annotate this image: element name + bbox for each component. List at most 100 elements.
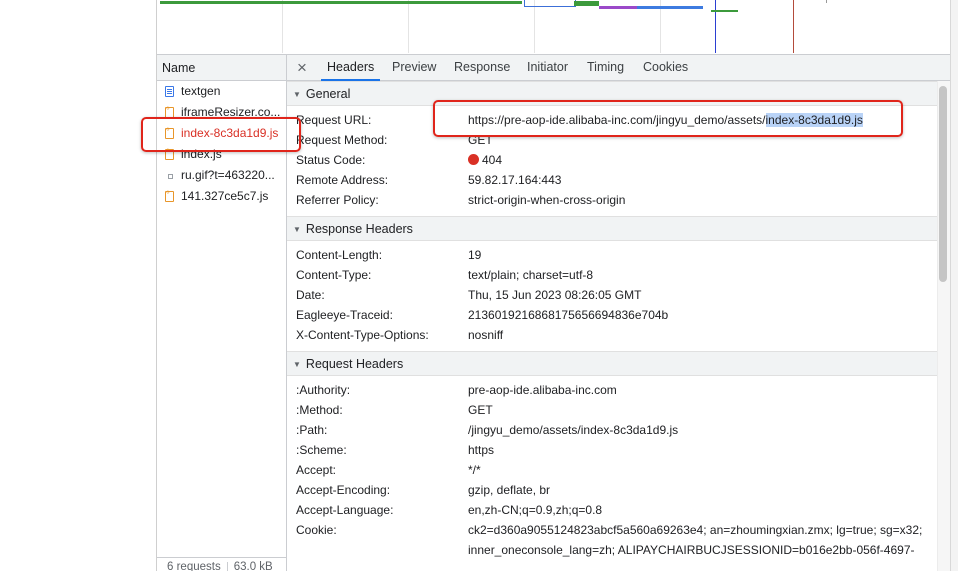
waterfall-gridline	[826, 0, 827, 3]
header-row: :Method: GET	[287, 400, 937, 420]
waterfall-overview[interactable]	[156, 0, 950, 53]
status-error-icon	[468, 154, 479, 165]
waterfall-selection	[524, 0, 576, 7]
header-key: Cookie:	[296, 523, 337, 537]
request-method-row: Request Method: GET	[287, 130, 937, 150]
header-value: 404	[468, 150, 502, 170]
request-url-prefix: https://pre-aop-ide.alibaba-inc.com/jing…	[468, 113, 766, 127]
header-row: Accept-Language: en,zh-CN;q=0.9,zh;q=0.8	[287, 500, 937, 520]
collapse-triangle-icon: ▼	[293, 90, 301, 99]
header-row: Date: Thu, 15 Jun 2023 08:26:05 GMT	[287, 285, 937, 305]
header-value: GET	[468, 403, 493, 417]
footer-separator	[226, 561, 228, 571]
waterfall-bar	[574, 1, 599, 6]
header-key: X-Content-Type-Options:	[296, 328, 429, 342]
tab-headers[interactable]: Headers	[320, 55, 381, 81]
section-title: Response Headers	[305, 222, 413, 236]
request-name: textgen	[181, 84, 221, 98]
header-key: Date:	[296, 288, 325, 302]
request-headers-section-header[interactable]: ▼ Request Headers	[287, 351, 937, 376]
referrer-policy-row: Referrer Policy: strict-origin-when-cros…	[287, 190, 937, 210]
request-url-row: Request URL: https://pre-aop-ide.alibaba…	[287, 110, 937, 130]
header-value: /jingyu_demo/assets/index-8c3da1d9.js	[468, 423, 679, 437]
header-value: inner_oneconsole_lang=zh; ALIPAYCHAIRBUC…	[468, 543, 915, 557]
header-key: Referrer Policy:	[296, 193, 379, 207]
header-row: :Authority: pre-aop-ide.alibaba-inc.com	[287, 380, 937, 400]
detail-tabs: × Headers Preview Response Initiator Tim…	[287, 54, 950, 81]
request-url-highlight: index-8c3da1d9.js	[765, 113, 863, 127]
close-icon[interactable]: ×	[297, 58, 307, 77]
request-detail-panel: × Headers Preview Response Initiator Tim…	[287, 54, 950, 571]
script-icon	[165, 103, 174, 118]
header-row: Cookie: ck2=d360a9055124823abcf5a560a6926…	[287, 520, 937, 540]
waterfall-gridline	[534, 0, 535, 53]
header-value: 19	[468, 248, 482, 262]
request-name: index.js	[181, 147, 222, 161]
header-row: Accept-Encoding: gzip, deflate, br	[287, 480, 937, 500]
script-icon	[165, 124, 174, 139]
header-key: Status Code:	[296, 153, 366, 167]
request-row[interactable]: index-8c3da1d9.js	[157, 123, 286, 144]
request-name: iframeResizer.co...	[181, 105, 281, 119]
transfer-size: 63.0 kB	[233, 561, 273, 571]
request-row[interactable]: textgen	[157, 81, 286, 102]
header-value: 2136019216868175656694836e704b	[468, 308, 669, 322]
remote-address-row: Remote Address: 59.82.17.164:443	[287, 170, 937, 190]
header-key: Content-Length:	[296, 248, 383, 262]
tab-preview[interactable]: Preview	[392, 55, 436, 81]
scrollbar-thumb[interactable]	[939, 86, 947, 282]
script-icon	[165, 145, 174, 160]
request-row[interactable]: iframeResizer.co...	[157, 102, 286, 123]
tab-initiator[interactable]: Initiator	[527, 55, 568, 81]
header-row: X-Content-Type-Options: nosniff	[287, 325, 937, 345]
header-value: https	[468, 443, 495, 457]
request-count: 6 requests	[167, 561, 221, 571]
headers-content: ▼ General Request URL: https://pre-aop-id…	[287, 81, 937, 571]
header-value: Thu, 15 Jun 2023 08:26:05 GMT	[468, 288, 642, 302]
waterfall-gridline	[408, 0, 409, 53]
name-column-header[interactable]: Name	[157, 54, 286, 81]
request-row[interactable]: index.js	[157, 144, 286, 165]
general-section: Request URL: https://pre-aop-ide.alibaba…	[287, 106, 937, 216]
header-row: :Scheme: https	[287, 440, 937, 460]
request-row[interactable]: ru.gif?t=463220...	[157, 165, 286, 186]
header-value: GET	[468, 133, 493, 147]
collapse-triangle-icon: ▼	[293, 225, 301, 234]
waterfall-gridline	[282, 0, 283, 53]
request-headers-section: :Authority: pre-aop-ide.alibaba-inc.com:M…	[287, 376, 937, 566]
header-key: :Scheme:	[296, 443, 347, 457]
tab-timing[interactable]: Timing	[587, 55, 624, 81]
header-value: strict-origin-when-cross-origin	[468, 193, 626, 207]
tab-response[interactable]: Response	[454, 55, 510, 81]
section-title: Request Headers	[305, 357, 404, 371]
header-key: :Path:	[296, 423, 328, 437]
waterfall-bar	[637, 6, 703, 9]
header-value: 59.82.17.164:443	[468, 173, 562, 187]
header-row: Eagleeye-Traceid: 21360192168681756566948…	[287, 305, 937, 325]
header-key: Remote Address:	[296, 173, 389, 187]
header-row: inner_oneconsole_lang=zh; ALIPAYCHAIRBUC…	[287, 540, 937, 560]
tab-cookies[interactable]: Cookies	[643, 55, 688, 81]
header-value: ck2=d360a9055124823abcf5a560a69263e4; an…	[468, 523, 923, 537]
request-summary: 6 requests 63.0 kB	[157, 557, 286, 571]
request-row[interactable]: 141.327ce5c7.js	[157, 186, 286, 207]
header-key: Request URL:	[296, 113, 372, 127]
header-value: */*	[468, 463, 481, 477]
response-headers-section: Content-Length: 19 Content-Type: text/plain…	[287, 241, 937, 351]
header-key: Eagleeye-Traceid:	[296, 308, 393, 322]
header-value: en,zh-CN;q=0.9,zh;q=0.8	[468, 503, 603, 517]
status-code-row: Status Code: 404	[287, 150, 937, 170]
domcontentloaded-line	[715, 0, 716, 53]
request-name: ru.gif?t=463220...	[181, 168, 275, 182]
adjacent-panel-edge	[950, 0, 958, 571]
header-row: Accept: */*	[287, 460, 937, 480]
header-value: gzip, deflate, br	[468, 483, 551, 497]
script-icon	[165, 187, 174, 202]
header-key: Content-Type:	[296, 268, 372, 282]
response-headers-section-header[interactable]: ▼ Response Headers	[287, 216, 937, 241]
collapse-triangle-icon: ▼	[293, 360, 301, 369]
header-value: https://pre-aop-ide.alibaba-inc.com/jing…	[468, 110, 863, 130]
header-key: Accept-Encoding:	[296, 483, 391, 497]
section-title: General	[305, 87, 351, 101]
general-section-header[interactable]: ▼ General	[287, 81, 937, 106]
